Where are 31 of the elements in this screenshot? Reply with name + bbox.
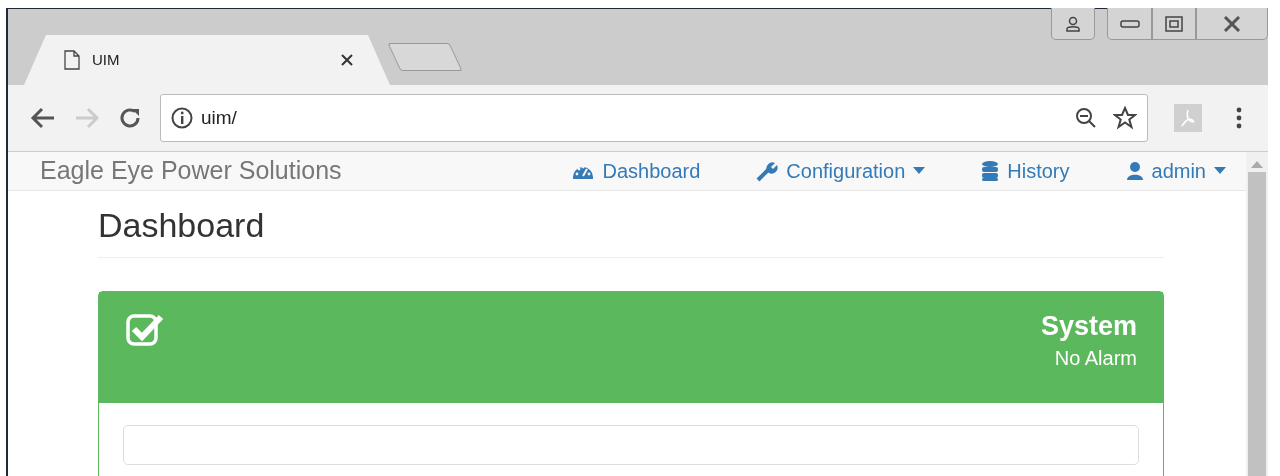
database-icon <box>981 159 1000 182</box>
user-icon <box>1065 15 1081 32</box>
page-icon <box>64 50 80 70</box>
panel-subtitle: No Alarm <box>1053 345 1137 371</box>
nav-link[interactable]: History <box>981 155 1070 186</box>
tab-title: UIM <box>92 49 121 70</box>
nav-link[interactable]: Dashboard <box>572 155 701 186</box>
panel-title: System <box>1040 310 1137 343</box>
info-icon <box>171 107 193 129</box>
zoom-out-icon[interactable] <box>1075 107 1097 129</box>
browser-tab[interactable]: UIM <box>24 35 390 85</box>
wrench-icon <box>756 159 779 182</box>
minimize-button[interactable] <box>1107 8 1152 40</box>
star-icon[interactable] <box>1113 106 1137 130</box>
nav-link[interactable]: admin <box>1125 155 1226 186</box>
address-bar[interactable]: uim/ <box>160 94 1148 142</box>
scrollbar[interactable] <box>1246 152 1268 476</box>
menu-icon[interactable] <box>1236 107 1242 129</box>
nav-link[interactable]: Configuration <box>756 155 926 186</box>
maximize-button[interactable] <box>1152 8 1196 40</box>
close-icon[interactable] <box>340 53 354 67</box>
close-button[interactable] <box>1196 8 1268 40</box>
maximize-icon <box>1165 15 1183 32</box>
back-icon[interactable] <box>30 107 56 129</box>
page-heading: Dashboard <box>98 204 1164 259</box>
profile-button[interactable] <box>1051 8 1095 40</box>
brand-name[interactable]: Eagle Eye Power Solutions <box>40 152 342 190</box>
reload-icon[interactable] <box>118 106 142 130</box>
user-icon <box>1125 160 1144 181</box>
minimize-icon <box>1119 19 1140 28</box>
close-icon <box>1223 15 1241 32</box>
